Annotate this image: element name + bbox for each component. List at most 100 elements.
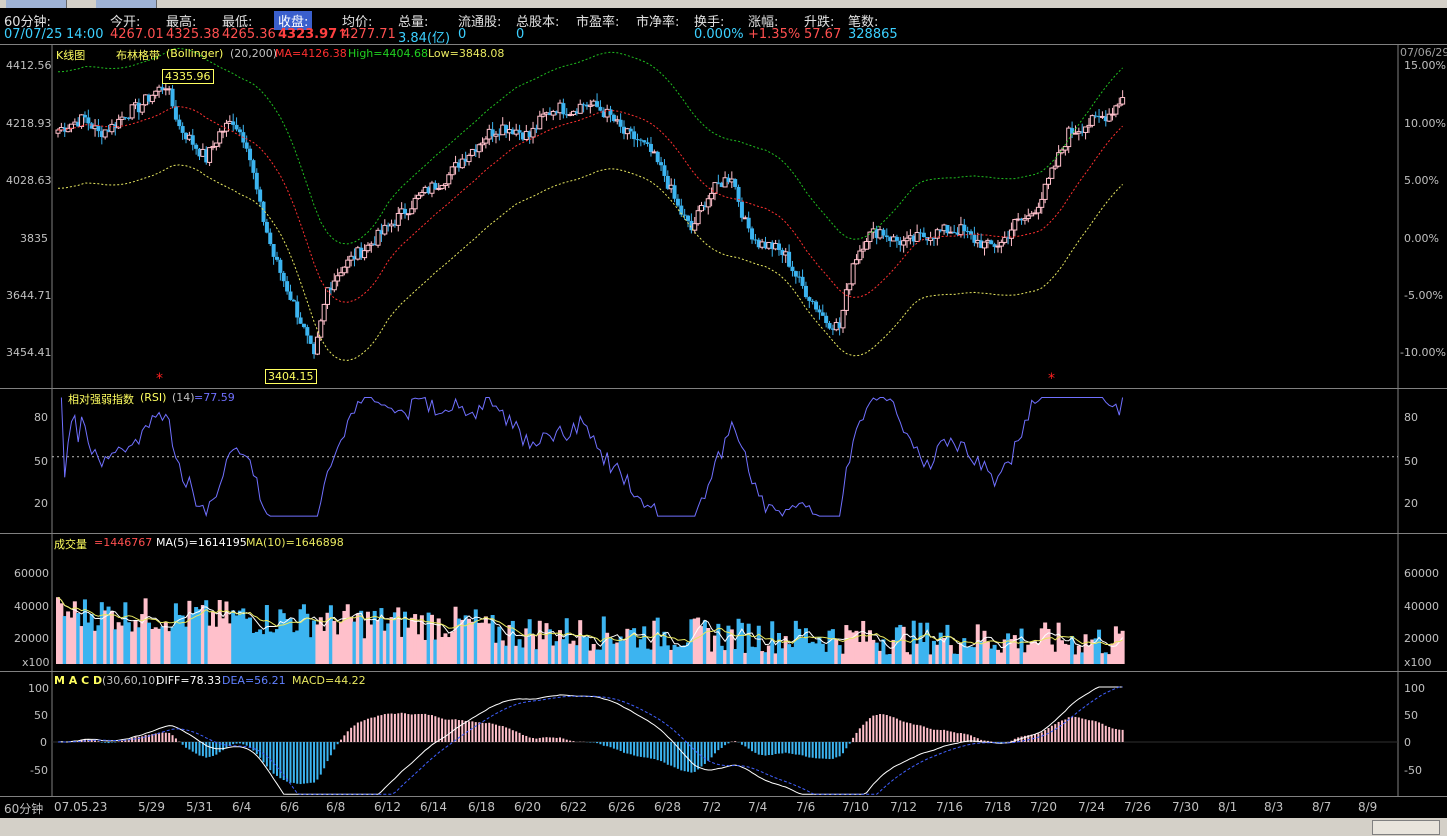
candle-down <box>86 117 91 124</box>
date-tick: 6/20 <box>514 800 541 814</box>
period-corner-label[interactable]: 60分钟 <box>4 800 43 817</box>
candle-down <box>824 315 829 324</box>
candle-up <box>1012 219 1018 231</box>
pct-tick: 0.00% <box>1404 232 1439 245</box>
macd-tick: -50 <box>30 764 48 777</box>
volume-tick-right: 40000 <box>1404 600 1439 613</box>
boll-title-en: (Bollinger) <box>166 47 224 60</box>
candle-up <box>981 241 987 249</box>
window-tab[interactable] <box>6 0 67 8</box>
price-tick: 3454.41 <box>6 346 52 359</box>
candle-up <box>223 122 229 132</box>
date-tick: 6/22 <box>560 800 587 814</box>
candle-up <box>476 144 482 153</box>
value-change: 57.67 <box>804 27 842 42</box>
candle-up <box>1113 105 1119 115</box>
candle-up <box>335 275 341 282</box>
candle-up <box>149 94 155 103</box>
price-tick: 4028.63 <box>6 174 52 187</box>
horizontal-scrollbar[interactable] <box>0 818 1447 836</box>
candle-down <box>82 114 87 118</box>
candle-up <box>382 224 388 235</box>
macd-chart[interactable] <box>0 672 1447 797</box>
rsi-chart[interactable] <box>0 389 1447 533</box>
candle-down <box>817 309 822 313</box>
candle-up <box>68 123 74 129</box>
candle-up <box>1083 126 1089 133</box>
candle-down <box>746 217 751 229</box>
macd-panel[interactable]: M A C D (30,60,10) DIFF=78.33 DEA=56.21 … <box>0 671 1447 797</box>
date-tick: 8/7 <box>1312 800 1332 814</box>
volume-ma5: MA(5)=1614195 <box>156 536 247 549</box>
macd-tick: 0 <box>40 736 47 749</box>
date-tick: 8/3 <box>1264 800 1284 814</box>
candle-down <box>231 121 236 125</box>
signal-star: * <box>156 371 163 387</box>
date-tick: 07.05.23 <box>54 800 108 814</box>
candle-down <box>672 185 677 199</box>
macd-params: (30,60,10) <box>102 674 160 687</box>
candle-down <box>248 148 253 161</box>
volume-tick: 60000 <box>14 567 49 580</box>
candle-down <box>258 189 263 202</box>
value-float: 0 <box>458 27 467 42</box>
kline-panel[interactable]: * * K线图 布林格带 (Bollinger) (20,200) MA=4126… <box>0 44 1447 388</box>
date-tick: 5/29 <box>138 800 165 814</box>
candle-down <box>645 142 650 144</box>
candle-up <box>901 240 907 246</box>
candle-down <box>274 256 279 260</box>
candle-up <box>318 320 324 338</box>
kline-chart[interactable]: * * <box>0 45 1447 388</box>
candle-up <box>709 192 715 200</box>
macd-tick-right: -50 <box>1404 764 1422 777</box>
volume-chart[interactable] <box>0 534 1447 671</box>
pct-tick: -10.00% <box>1400 346 1446 359</box>
macd-dea-line <box>58 686 1123 795</box>
rsi-tick-right: 50 <box>1404 455 1418 468</box>
window-tab[interactable] <box>96 0 157 8</box>
candle-up <box>139 104 145 113</box>
candle-down <box>675 198 680 206</box>
candle-up <box>537 115 543 130</box>
candle-up <box>331 280 337 291</box>
candle-down <box>787 251 792 267</box>
pct-tick: 10.00% <box>1404 117 1446 130</box>
candle-down <box>308 335 313 344</box>
value-open: 4267.01 <box>110 27 164 42</box>
candle-down <box>642 140 647 143</box>
candle-down <box>237 129 242 133</box>
date-tick: 5/31 <box>186 800 213 814</box>
value-total-shares: 0 <box>516 27 525 42</box>
date-tick: 7/16 <box>936 800 963 814</box>
value-high: 4325.38 <box>166 27 220 42</box>
volume-tick: 20000 <box>14 632 49 645</box>
candle-up <box>321 303 327 322</box>
rsi-panel[interactable]: 相对强弱指数 (RSI) (14) =77.59 80 50 20 80 50 … <box>0 388 1447 533</box>
scrollbar-thumb[interactable] <box>1372 820 1440 835</box>
boll-low-value: Low=3848.08 <box>428 47 505 60</box>
candle-up <box>843 289 849 311</box>
volume-bar-up <box>1120 630 1125 664</box>
candle-down <box>655 151 660 163</box>
candle-down <box>190 135 195 145</box>
candle-up <box>914 232 920 242</box>
macd-tick: 100 <box>28 682 49 695</box>
candle-up <box>853 259 859 265</box>
date-tick: 7/4 <box>748 800 768 814</box>
volume-panel[interactable]: 成交量 =1446767 MA(5)=1614195 MA(10)=164689… <box>0 533 1447 671</box>
volume-tick: 40000 <box>14 600 49 613</box>
candle-down <box>648 143 653 152</box>
volume-tick-right: 60000 <box>1404 567 1439 580</box>
candle-down <box>776 243 781 250</box>
candle-down <box>739 201 744 218</box>
value-low: 4265.36 <box>222 27 276 42</box>
pct-tick: 5.00% <box>1404 174 1439 187</box>
candle-up <box>446 174 452 185</box>
rsi-params: (14) <box>172 391 195 404</box>
candle-down <box>281 272 286 282</box>
rsi-title-en: (RSI) <box>140 391 167 404</box>
candle-up <box>1046 177 1052 185</box>
pct-tick: 15.00% <box>1404 59 1446 72</box>
candle-down <box>659 162 664 166</box>
value-close: 4323.97↑ <box>278 27 349 42</box>
